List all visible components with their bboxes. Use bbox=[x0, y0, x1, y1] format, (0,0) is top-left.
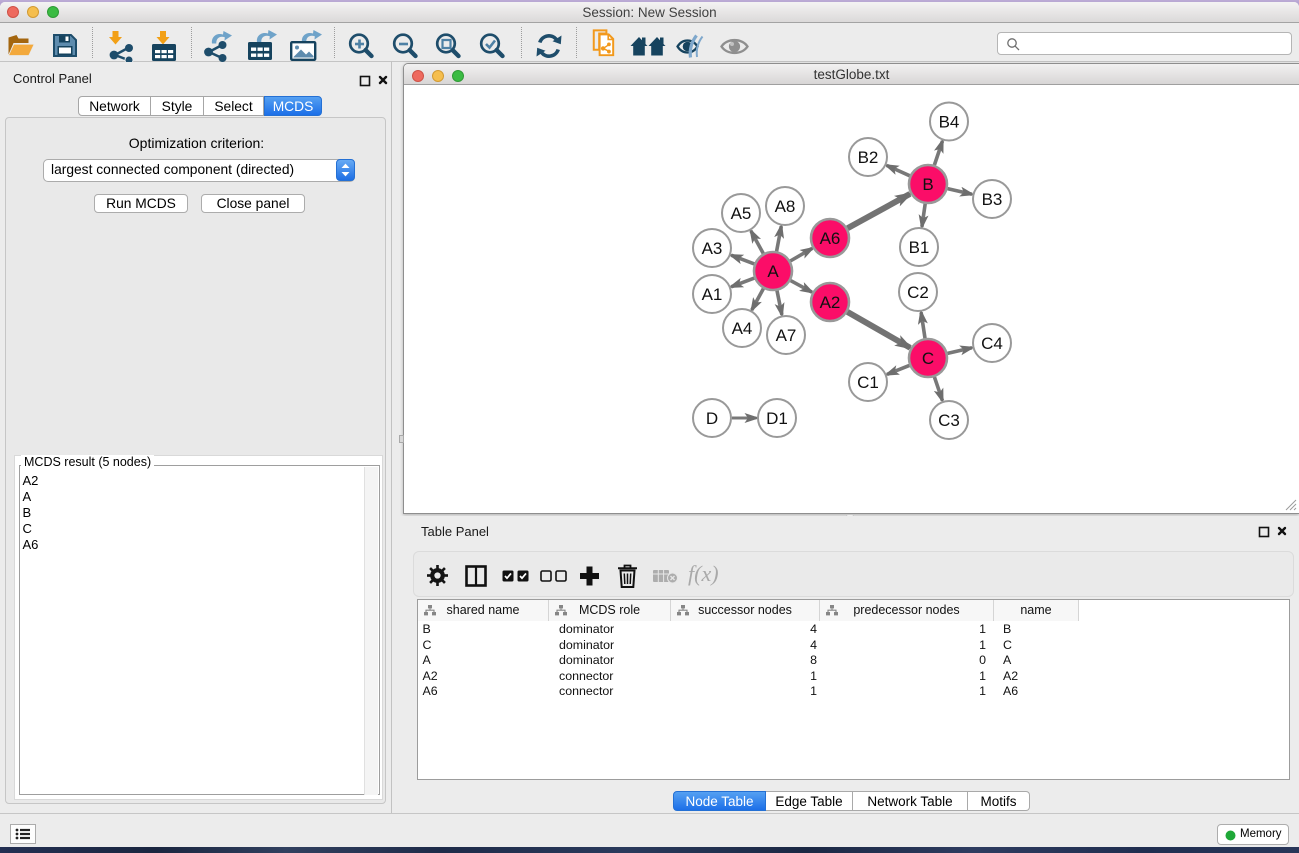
svg-text:D1: D1 bbox=[766, 409, 788, 428]
svg-text:B: B bbox=[922, 175, 933, 194]
svg-text:A6: A6 bbox=[820, 229, 841, 248]
svg-text:C: C bbox=[922, 349, 934, 368]
svg-text:C4: C4 bbox=[981, 334, 1003, 353]
svg-text:B1: B1 bbox=[909, 238, 930, 257]
svg-text:A5: A5 bbox=[731, 204, 752, 223]
svg-text:A8: A8 bbox=[775, 197, 796, 216]
svg-text:B2: B2 bbox=[858, 148, 879, 167]
svg-text:A7: A7 bbox=[776, 326, 797, 345]
svg-text:A: A bbox=[767, 262, 779, 281]
svg-text:A3: A3 bbox=[702, 239, 723, 258]
svg-text:C1: C1 bbox=[857, 373, 879, 392]
svg-text:D: D bbox=[706, 409, 718, 428]
svg-text:A2: A2 bbox=[820, 293, 841, 312]
svg-text:B3: B3 bbox=[982, 190, 1003, 209]
svg-text:C3: C3 bbox=[938, 411, 960, 430]
svg-text:A4: A4 bbox=[732, 319, 753, 338]
svg-text:B4: B4 bbox=[939, 113, 960, 132]
svg-text:A1: A1 bbox=[702, 285, 723, 304]
svg-text:C2: C2 bbox=[907, 283, 929, 302]
